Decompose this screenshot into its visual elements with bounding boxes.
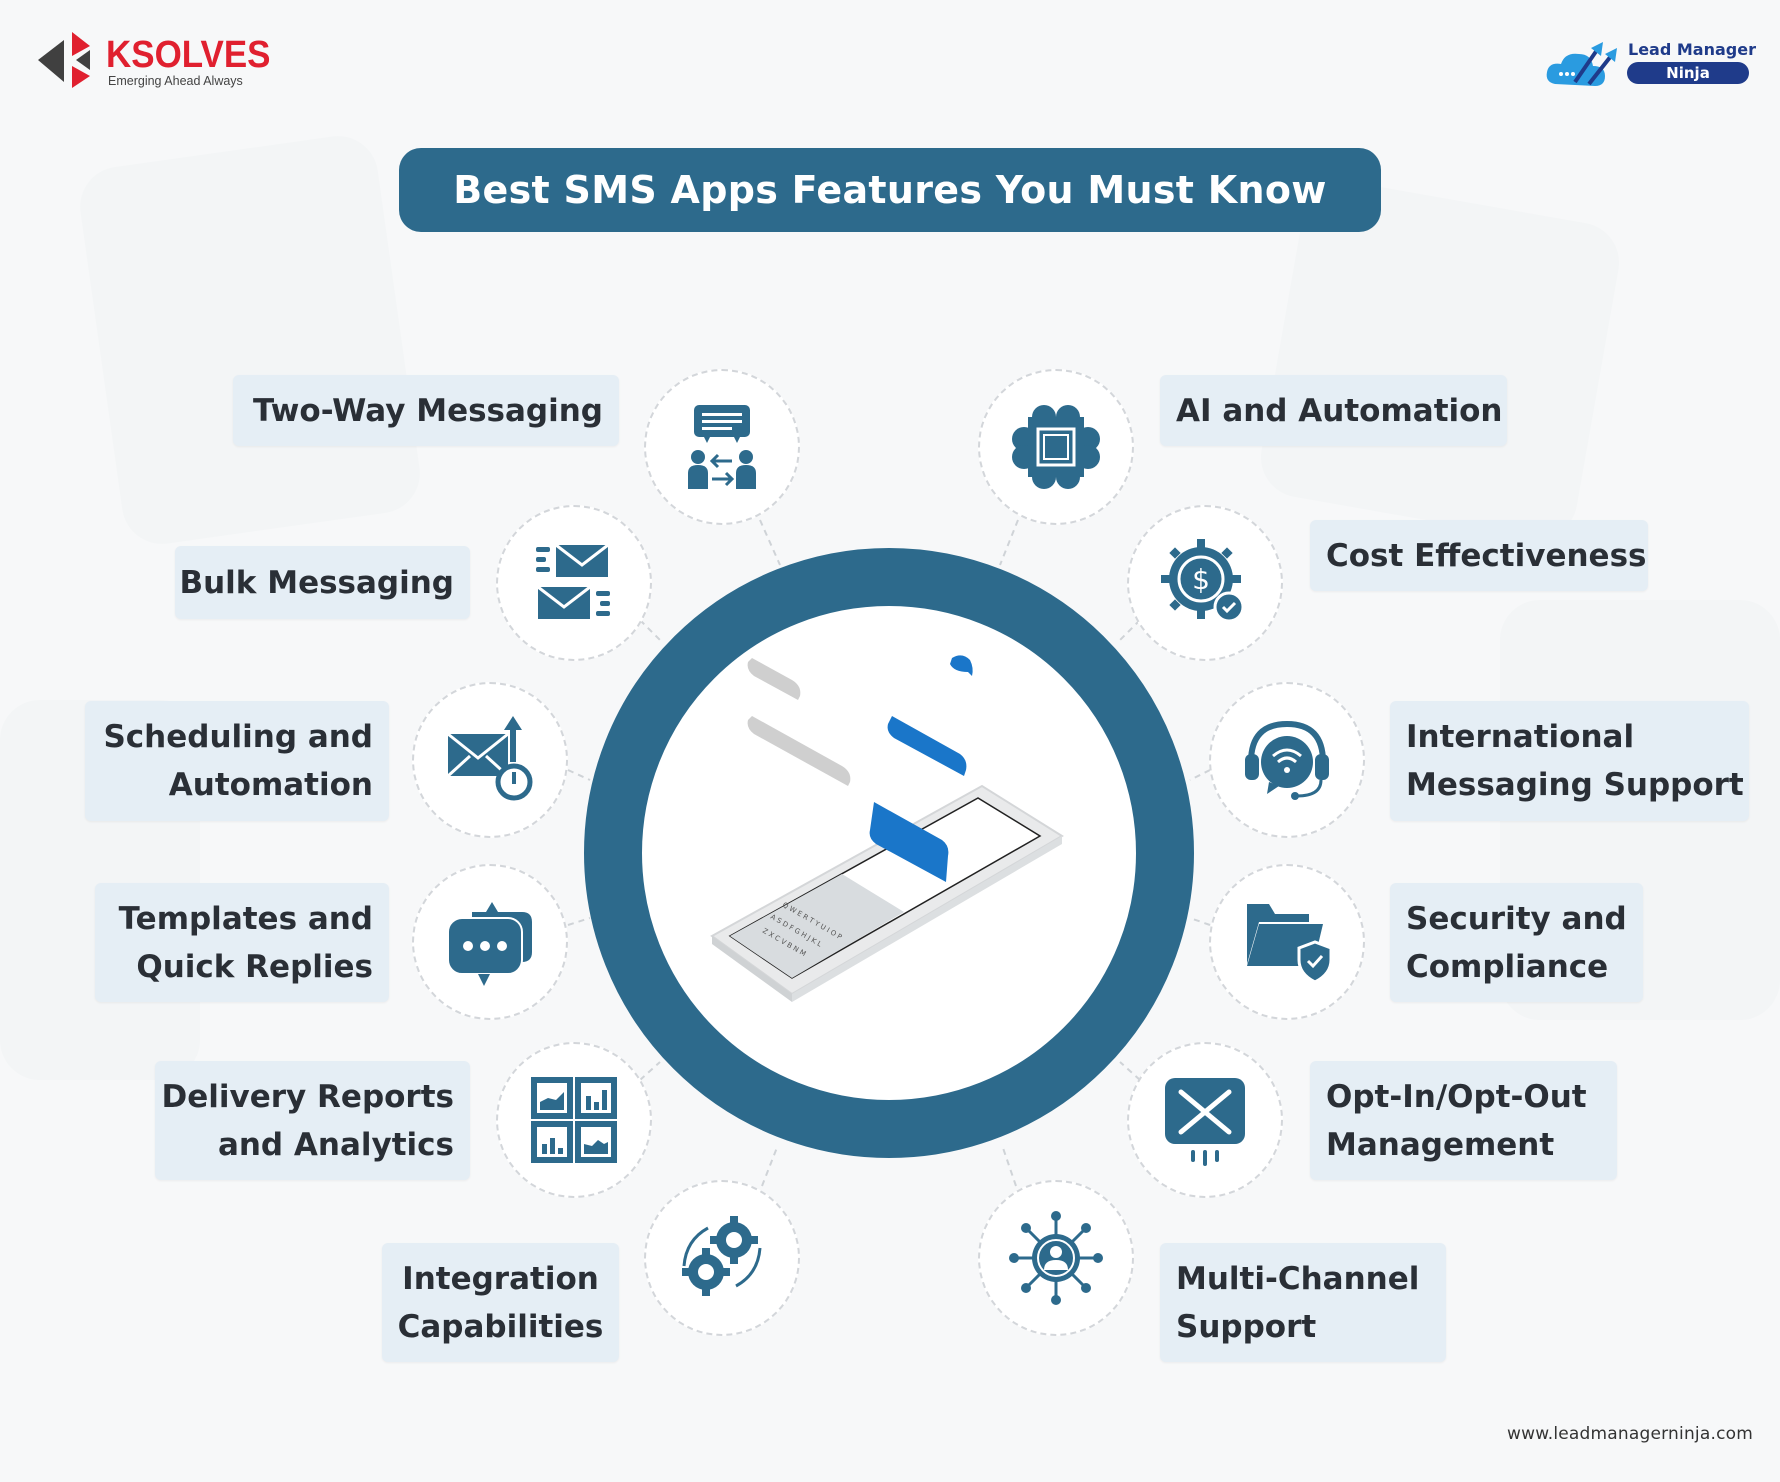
connector-line: [759, 519, 781, 566]
network-user-icon: [1009, 1211, 1103, 1305]
feature-icon-circle: [644, 1180, 800, 1336]
connector-line: [761, 1144, 779, 1187]
feature-icon-circle: [412, 864, 568, 1020]
feature-label-scheduling-automation: Scheduling and Automation: [85, 701, 389, 821]
chat-bubbles-icon: [447, 902, 532, 986]
two-way-messaging-icon: [688, 405, 756, 489]
ai-brain-chip-icon: [1012, 405, 1100, 489]
feature-icon-circle: [412, 682, 568, 838]
folder-shield-icon: [1247, 904, 1333, 984]
feature-icon-circle: [1127, 1042, 1283, 1198]
feature-label-delivery-reports-analytics: Delivery Reports and Analytics: [155, 1061, 470, 1180]
gears-sync-icon: [682, 1216, 762, 1296]
scheduled-email-icon: [446, 716, 533, 801]
feature-icon-circle: [1209, 682, 1365, 838]
feature-icon-circle: [978, 1180, 1134, 1336]
feature-label-opt-in-opt-out: Opt-In/Opt-Out Management: [1310, 1061, 1617, 1180]
smartphone-messaging-illustration-icon: Q W E R T Y U I O P A S D F G H J K L Z …: [710, 655, 1064, 1002]
feature-icon-circle: [1209, 864, 1365, 1020]
analytics-dashboard-icon: [531, 1077, 617, 1163]
feature-label-international-messaging: International Messaging Support: [1390, 701, 1749, 821]
headset-wifi-icon: [1245, 720, 1329, 800]
footer-url[interactable]: www.leadmanagerninja.com: [1507, 1424, 1753, 1444]
feature-label-two-way-messaging: Two-Way Messaging: [233, 375, 619, 446]
feature-label-cost-effectiveness: Cost Effectiveness: [1310, 520, 1648, 591]
connector-line: [1001, 1144, 1017, 1187]
unsubscribe-mail-icon: [1165, 1078, 1245, 1166]
dollar-gear-check-icon: $: [1161, 539, 1245, 623]
feature-label-templates-quick-replies: Templates and Quick Replies: [95, 883, 389, 1002]
svg-text:$: $: [1192, 563, 1210, 596]
feature-icon-circle: [978, 369, 1134, 525]
connector-line: [567, 917, 591, 926]
connector-line: [567, 769, 591, 781]
connector-line: [1189, 917, 1211, 926]
center-ring: Q W E R T Y U I O P A S D F G H J K L Z …: [584, 548, 1194, 1158]
connector-line: [1189, 769, 1211, 781]
feature-label-integration-capabilities: Integration Capabilities: [382, 1243, 619, 1362]
feature-label-security-compliance: Security and Compliance: [1390, 883, 1643, 1002]
feature-icon-circle: $: [1127, 505, 1283, 661]
feature-label-bulk-messaging: Bulk Messaging: [175, 546, 470, 619]
bulk-messaging-icon: [536, 543, 610, 619]
feature-icon-circle: [496, 1042, 652, 1198]
feature-icon-circle: [644, 369, 800, 525]
feature-label-ai-automation: AI and Automation: [1160, 375, 1507, 446]
connector-line: [999, 519, 1019, 566]
feature-label-multi-channel-support: Multi-Channel Support: [1160, 1243, 1446, 1362]
feature-icon-circle: [496, 505, 652, 661]
